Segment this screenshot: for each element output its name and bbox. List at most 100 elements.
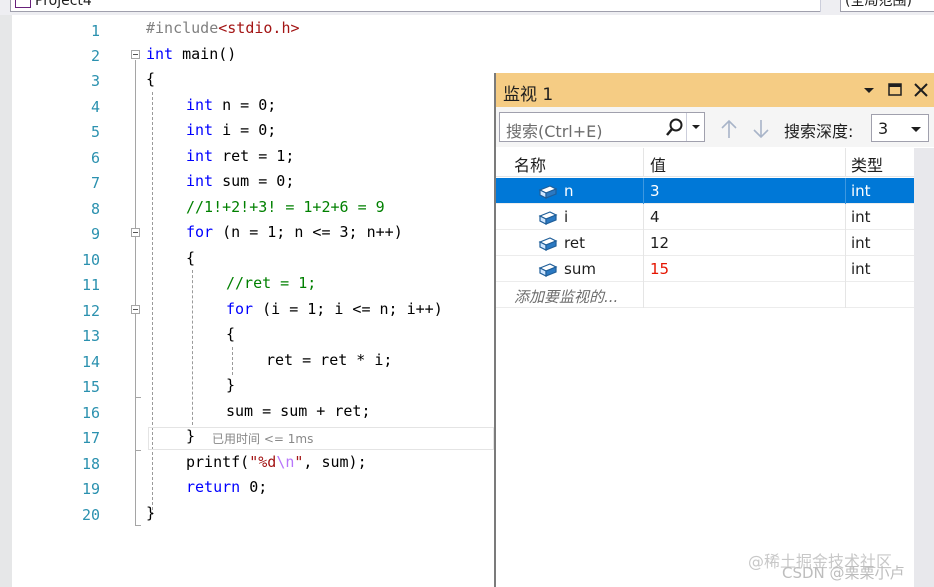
project-dropdown[interactable]: Project4 [10,0,832,12]
code-text: sum = 0; [213,172,295,190]
search-previous-icon[interactable] [720,119,738,139]
line-number-gutter: 1 2 3 4 5 6 7 8 9 10 11 12 13 14 15 16 1… [12,15,102,587]
line-number: 16 [81,404,100,422]
watch-value[interactable]: 12 [650,234,669,252]
line-number: 12 [81,302,100,320]
search-depth-value: 3 [878,119,889,138]
code-line-13[interactable]: { [226,322,235,347]
watch-value-changed[interactable]: 15 [650,260,669,278]
code-text: , sum); [303,453,367,471]
vertical-scrollbar[interactable] [914,148,934,587]
collapse-outer-for-toggle[interactable] [131,228,140,237]
code-line-14[interactable]: ret = ret * i; [266,348,392,373]
scope-dropdown[interactable]: (全局范围) [840,0,934,12]
column-divider [845,204,846,230]
column-divider [845,282,846,308]
code-line-4[interactable]: int n = 0; [186,93,276,118]
watch-type: int [851,260,871,278]
code-line-16[interactable]: sum = sum + ret; [226,399,371,424]
code-line-20[interactable]: } [146,501,155,526]
line-number: 14 [81,353,100,371]
scope-dropdown-label: (全局范围) [845,0,912,9]
column-divider [643,282,644,308]
watch-value[interactable]: 4 [650,208,660,226]
column-divider[interactable] [845,148,846,176]
keyword-token: int [186,172,214,190]
keyword-token: int [186,121,214,139]
indent-guide [232,347,233,375]
column-divider [845,256,846,282]
code-text: 0; [240,478,268,496]
watch-type: int [851,208,871,226]
code-line-18[interactable]: printf("%d\n", sum); [186,450,367,475]
project-icon [15,0,31,8]
code-line-17[interactable]: } [186,424,195,449]
line-number: 11 [81,276,100,294]
perf-tip[interactable]: 已用时间 <= 1ms [212,430,313,447]
code-line-9[interactable]: for (n = 1; n <= 3; n++) [186,220,403,245]
line-number: 4 [90,98,100,116]
watch-row[interactable]: i 4 int [496,204,914,230]
code-line-10[interactable]: { [186,246,195,271]
line-number: 20 [81,506,100,524]
line-number: 1 [90,22,100,40]
outline-line [135,60,136,525]
line-number: 7 [90,174,100,192]
watch-row[interactable]: sum 15 int [496,256,914,282]
code-line-7[interactable]: int sum = 0; [186,169,294,194]
watch-title: 监视 1 [503,85,554,105]
code-text: i = 0; [213,121,277,139]
window-menu-chevron-icon[interactable] [860,81,878,99]
column-header-type[interactable]: 类型 [851,152,883,176]
search-options-dropdown[interactable] [686,113,705,141]
search-depth-label: 搜索深度: [784,122,854,141]
add-watch-row[interactable]: 添加要监视的... [496,282,914,308]
search-icon[interactable] [665,118,685,138]
code-line-15[interactable]: } [226,373,235,398]
column-header-name[interactable]: 名称 [514,152,546,176]
search-next-icon[interactable] [752,119,770,139]
code-line-11[interactable]: //ret = 1; [226,271,316,296]
line-number: 19 [81,480,100,498]
watch-value[interactable]: 3 [650,182,660,200]
line-number: 2 [90,47,100,65]
code-line-8[interactable]: //1!+2!+3! = 1+2+6 = 9 [186,195,385,220]
code-text: printf( [186,453,250,471]
current-line-highlight [148,427,494,450]
watch-window: 监视 1 搜索(Ctrl+E) 搜索深度: 3 名称 值 类型 n 3 int … [494,73,934,587]
code-text: (n = 1; n <= 3; n++) [213,223,403,241]
watch-row[interactable]: ret 12 int [496,230,914,256]
string-token: "%d [249,453,277,471]
code-line-12[interactable]: for (i = 1; i <= n; i++) [226,297,443,322]
search-depth-select[interactable]: 3 [871,114,929,142]
code-line-19[interactable]: return 0; [186,475,267,500]
keyword-token: for [186,223,214,241]
preprocessor-token: #include [146,19,219,37]
chevron-down-icon [911,127,921,132]
watch-grid-header: 名称 值 类型 [496,148,914,177]
collapse-inner-for-toggle[interactable] [131,305,140,314]
code-line-1[interactable]: #include<stdio.h> [146,16,300,41]
code-line-6[interactable]: int ret = 1; [186,144,294,169]
column-header-value[interactable]: 值 [650,152,666,176]
column-divider[interactable] [643,148,644,176]
string-token: <stdio.h> [218,19,300,37]
project-dropdown-chevron-icon[interactable] [820,0,833,12]
variable-icon [538,263,558,277]
line-number: 3 [90,72,100,90]
watch-name: sum [564,260,596,278]
maximize-icon[interactable] [886,81,904,99]
collapse-main-toggle[interactable] [131,50,140,59]
search-input[interactable]: 搜索(Ctrl+E) [499,112,705,142]
escape-token: \n [276,453,295,471]
watch-row[interactable]: n 3 int [496,178,914,204]
code-line-2[interactable]: int main() [146,42,236,67]
code-line-3[interactable]: { [146,67,155,92]
code-text: ret = 1; [213,147,295,165]
code-text: n = 0; [213,96,277,114]
column-divider [643,178,644,204]
line-number: 8 [90,200,100,218]
close-icon[interactable] [912,81,930,99]
code-line-5[interactable]: int i = 0; [186,118,276,143]
watch-title-bar[interactable]: 监视 1 [496,73,934,107]
